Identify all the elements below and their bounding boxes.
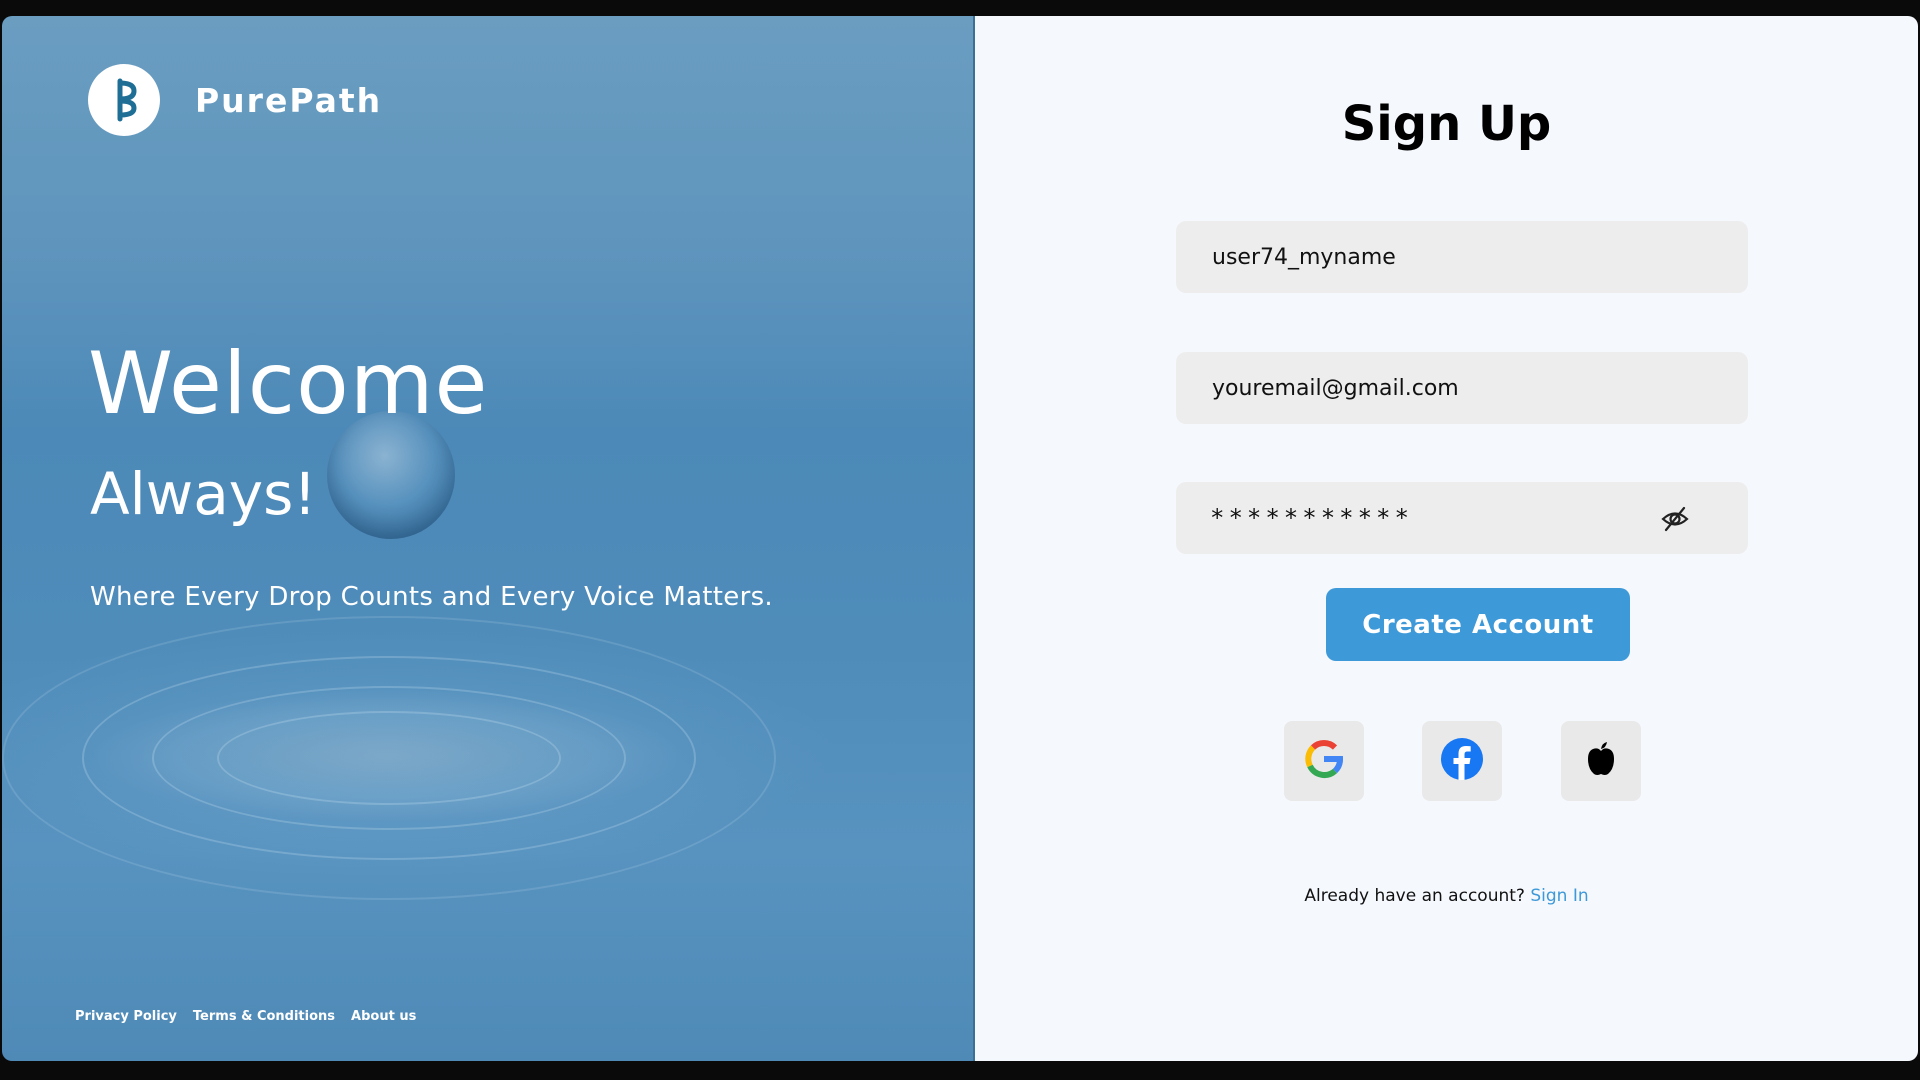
welcome-heading: Welcome (88, 334, 489, 434)
privacy-policy-link[interactable]: Privacy Policy (75, 1009, 177, 1024)
apple-signin-button[interactable] (1561, 721, 1641, 801)
password-field[interactable]: *********** (1176, 482, 1748, 554)
footer-links: Privacy Policy Terms & Conditions About … (75, 1009, 416, 1024)
facebook-signin-button[interactable] (1422, 721, 1502, 801)
facebook-icon (1439, 736, 1485, 786)
about-us-link[interactable]: About us (351, 1009, 416, 1024)
logo-icon (88, 64, 160, 136)
brand-logo[interactable]: PurePath (88, 64, 382, 136)
email-field[interactable] (1176, 352, 1748, 424)
email-input[interactable] (1210, 374, 1654, 402)
apple-icon (1581, 739, 1621, 783)
username-input[interactable] (1210, 243, 1654, 271)
create-account-button[interactable]: Create Account (1326, 588, 1630, 661)
google-signin-button[interactable] (1284, 721, 1364, 801)
signin-link[interactable]: Sign In (1530, 886, 1588, 906)
page-title: Sign Up (1341, 96, 1552, 152)
signin-prompt-row: Already have an account? Sign In (975, 886, 1918, 906)
eye-off-icon[interactable] (1660, 504, 1690, 534)
welcome-subheading: Always! (90, 460, 317, 528)
terms-link[interactable]: Terms & Conditions (193, 1009, 335, 1024)
app-window: PurePath Welcome Always! Where Every Dro… (2, 16, 1918, 1061)
signup-panel: Sign Up *********** Create Account (975, 16, 1918, 1061)
tagline: Where Every Drop Counts and Every Voice … (90, 582, 773, 612)
password-input[interactable]: *********** (1210, 504, 1413, 532)
signin-prompt: Already have an account? (1304, 886, 1525, 906)
hero-panel: PurePath Welcome Always! Where Every Dro… (2, 16, 973, 1061)
brand-name: PurePath (195, 80, 383, 120)
ripple (2, 616, 776, 900)
username-field[interactable] (1176, 221, 1748, 293)
google-icon (1301, 736, 1347, 786)
